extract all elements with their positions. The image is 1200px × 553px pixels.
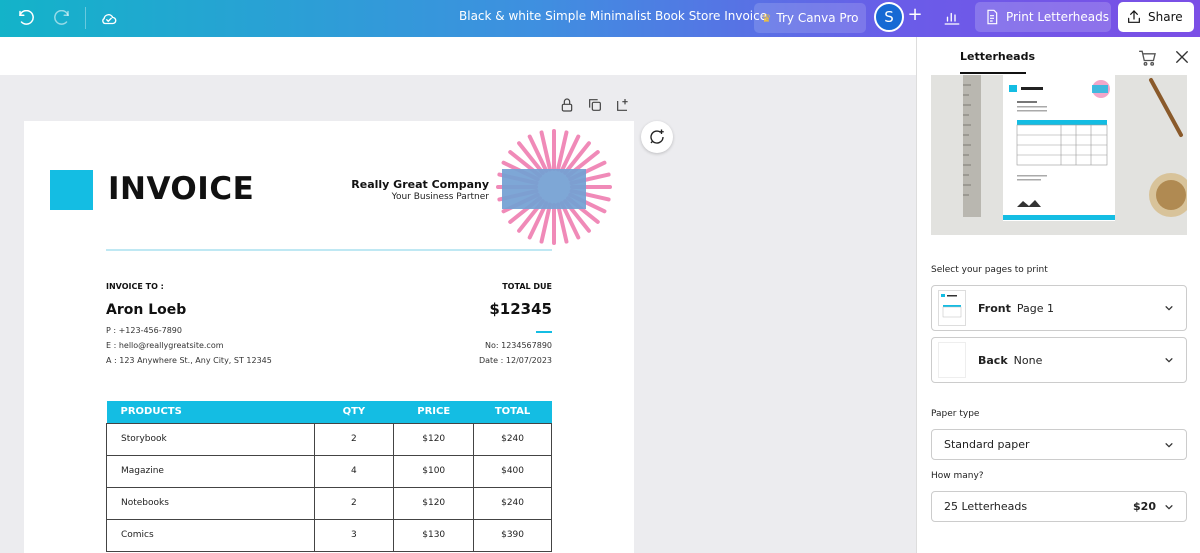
share-button[interactable]: Share — [1118, 2, 1194, 32]
letterhead-mockup-graphic — [931, 75, 1187, 235]
front-page-thumbnail — [938, 290, 966, 326]
quantity-value: 25 Letterheads — [944, 500, 1028, 513]
cell-product: Storybook — [106, 422, 315, 456]
table-row: Notebooks 2 $120 $240 — [106, 486, 552, 520]
insights-chart-icon[interactable] — [938, 4, 966, 32]
front-page-select[interactable]: Front Page 1 — [931, 285, 1187, 331]
letterheads-panel: Letterheads Select your pages to print F… — [916, 37, 1200, 553]
document-title[interactable]: Black & white Simple Minimalist Book Sto… — [459, 9, 767, 23]
col-header-qty: QTY — [314, 401, 394, 423]
col-header-products: PRODUCTS — [106, 401, 315, 423]
client-address: A : 123 Anywhere St., Any City, ST 12345 — [106, 356, 272, 365]
table-row: Magazine 4 $100 $400 — [106, 454, 552, 488]
duplicate-page-icon[interactable] — [587, 97, 603, 113]
logo-square — [50, 170, 93, 210]
client-phone: P : +123-456-7890 — [106, 326, 182, 335]
undo-icon[interactable] — [12, 5, 40, 33]
cell-price: $120 — [393, 422, 475, 456]
canvas-area[interactable]: INVOICE Really Great Company Your Busine… — [0, 75, 916, 553]
cloud-saved-icon[interactable] — [95, 5, 123, 33]
lock-icon[interactable] — [559, 97, 575, 113]
col-header-total: TOTAL — [473, 401, 552, 423]
invoice-number: No: 1234567890 — [484, 341, 552, 350]
share-icon — [1128, 10, 1140, 23]
back-page-select[interactable]: Back None — [931, 337, 1187, 383]
add-page-icon[interactable] — [615, 97, 631, 113]
cell-product: Comics — [106, 518, 315, 552]
try-canva-pro-button[interactable]: ♛ Try Canva Pro — [754, 3, 866, 33]
header-rule — [106, 249, 552, 251]
cell-qty: 4 — [313, 454, 395, 488]
editor-toolbar — [0, 37, 916, 75]
how-many-label: How many? — [931, 471, 984, 481]
front-value: Page 1 — [1016, 301, 1055, 315]
invoice-page[interactable]: INVOICE Really Great Company Your Busine… — [24, 121, 634, 553]
print-letterheads-label: Print Letterheads — [1006, 10, 1110, 24]
print-letterheads-button[interactable]: Print Letterheads — [975, 2, 1111, 32]
total-due-label: TOTAL DUE — [502, 282, 552, 291]
company-name: Really Great Company — [351, 178, 489, 191]
user-avatar[interactable]: S — [874, 2, 904, 32]
invoice-to-label: INVOICE TO : — [106, 282, 164, 291]
client-email: E : hello@reallygreatsite.com — [106, 341, 224, 350]
try-pro-label: Try Canva Pro — [776, 11, 859, 25]
share-label: Share — [1148, 10, 1183, 24]
chevron-down-icon — [1165, 504, 1173, 510]
chevron-down-icon — [1165, 442, 1173, 448]
total-due-amount: $12345 — [489, 300, 552, 318]
comment-plus-icon — [650, 129, 664, 144]
print-preview-image — [931, 75, 1187, 235]
table-row: Comics 3 $130 $390 — [106, 518, 552, 552]
cell-total: $240 — [473, 486, 552, 520]
cell-product: Notebooks — [106, 486, 315, 520]
chevron-down-icon — [1165, 358, 1173, 363]
cell-qty: 2 — [313, 486, 395, 520]
back-label: Back — [978, 353, 1008, 367]
total-accent-bar — [536, 331, 552, 333]
sunburst-graphic — [496, 129, 612, 245]
cell-price: $120 — [393, 486, 475, 520]
cell-total: $400 — [473, 454, 552, 488]
invoice-date: Date : 12/07/2023 — [478, 356, 552, 365]
table-header-row: PRODUCTS QTY PRICE TOTAL — [106, 401, 552, 423]
quantity-price: $20 — [1133, 500, 1156, 513]
paper-type-select[interactable]: Standard paper — [931, 429, 1187, 460]
cell-price: $130 — [393, 518, 475, 552]
cell-qty: 3 — [313, 518, 395, 552]
document-print-icon — [987, 9, 998, 25]
chevron-down-icon — [1165, 306, 1173, 311]
cell-total: $240 — [473, 422, 552, 456]
products-table: PRODUCTS QTY PRICE TOTAL Storybook 2 $12… — [106, 401, 552, 552]
divider — [85, 7, 86, 29]
cell-product: Magazine — [106, 454, 315, 488]
col-header-price: PRICE — [393, 401, 474, 423]
cell-total: $390 — [473, 518, 552, 552]
page-tools — [559, 97, 631, 113]
close-icon[interactable] — [1173, 48, 1191, 66]
paper-type-label: Paper type — [931, 409, 980, 419]
select-pages-label: Select your pages to print — [931, 265, 1048, 275]
cell-qty: 2 — [313, 422, 395, 456]
paper-type-value: Standard paper — [944, 438, 1030, 451]
quantity-select[interactable]: 25 Letterheads $20 — [931, 491, 1187, 522]
company-tagline: Your Business Partner — [391, 192, 489, 202]
top-bar: Black & white Simple Minimalist Book Sto… — [0, 0, 1200, 37]
invoice-title: INVOICE — [108, 171, 255, 207]
client-name: Aron Loeb — [106, 302, 187, 318]
crown-icon: ♛ — [761, 11, 772, 25]
table-row: Storybook 2 $120 $240 — [106, 422, 552, 456]
redo-icon[interactable] — [48, 5, 76, 33]
add-collaborator-button[interactable]: + — [906, 4, 924, 25]
back-value: None — [1013, 353, 1043, 367]
cell-price: $100 — [393, 454, 475, 488]
front-label: Front — [978, 301, 1011, 315]
tab-underline — [960, 72, 1026, 74]
add-comment-button[interactable] — [641, 121, 673, 153]
tab-letterheads[interactable]: Letterheads — [960, 50, 1035, 63]
back-page-thumbnail — [938, 342, 966, 378]
cart-icon[interactable] — [1138, 48, 1158, 68]
